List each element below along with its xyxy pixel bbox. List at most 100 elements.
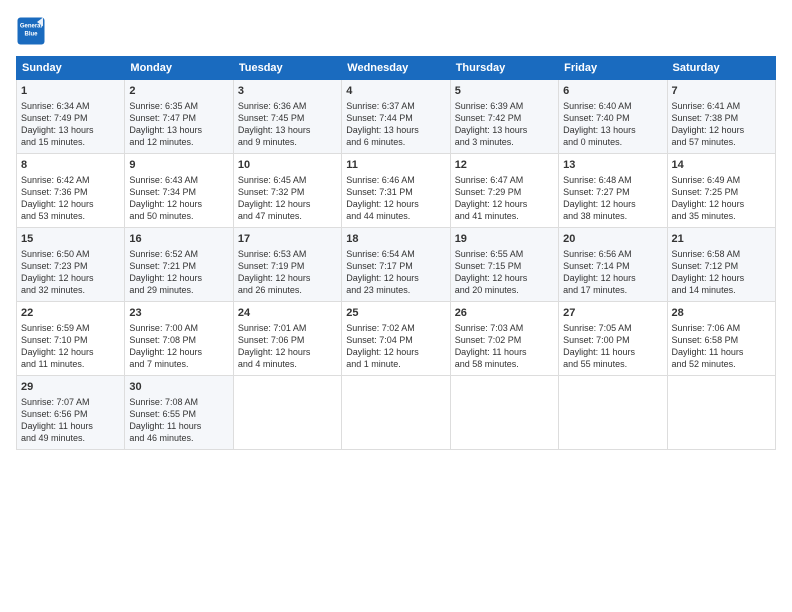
day-info-line: and 46 minutes. (129, 432, 228, 444)
day-number: 8 (21, 158, 120, 173)
day-info-line: Sunrise: 6:55 AM (455, 248, 554, 260)
day-info-line: Daylight: 12 hours (455, 198, 554, 210)
calendar-cell: 24Sunrise: 7:01 AMSunset: 7:06 PMDayligh… (233, 302, 341, 376)
day-info-line: Sunset: 7:15 PM (455, 260, 554, 272)
day-number: 14 (672, 158, 771, 173)
calendar-cell: 29Sunrise: 7:07 AMSunset: 6:56 PMDayligh… (17, 376, 125, 450)
day-info-line: Sunset: 7:29 PM (455, 186, 554, 198)
calendar-cell: 3Sunrise: 6:36 AMSunset: 7:45 PMDaylight… (233, 80, 341, 154)
calendar-cell: 27Sunrise: 7:05 AMSunset: 7:00 PMDayligh… (559, 302, 667, 376)
day-info-line: Daylight: 12 hours (672, 272, 771, 284)
calendar-cell: 26Sunrise: 7:03 AMSunset: 7:02 PMDayligh… (450, 302, 558, 376)
day-number: 15 (21, 232, 120, 247)
calendar-cell: 7Sunrise: 6:41 AMSunset: 7:38 PMDaylight… (667, 80, 775, 154)
day-info-line: Sunset: 7:06 PM (238, 334, 337, 346)
day-info-line: Sunrise: 7:08 AM (129, 396, 228, 408)
day-info-line: and 58 minutes. (455, 358, 554, 370)
day-info-line: Sunset: 7:12 PM (672, 260, 771, 272)
day-info-line: Daylight: 12 hours (455, 272, 554, 284)
calendar-cell: 20Sunrise: 6:56 AMSunset: 7:14 PMDayligh… (559, 228, 667, 302)
day-info-line: Sunset: 7:44 PM (346, 112, 445, 124)
day-info-line: Daylight: 12 hours (563, 272, 662, 284)
day-number: 13 (563, 158, 662, 173)
day-info-line: Sunrise: 6:43 AM (129, 174, 228, 186)
day-info-line: Sunrise: 6:35 AM (129, 100, 228, 112)
calendar-week-row: 15Sunrise: 6:50 AMSunset: 7:23 PMDayligh… (17, 228, 776, 302)
day-info-line: Daylight: 12 hours (21, 272, 120, 284)
day-info-line: Sunrise: 6:36 AM (238, 100, 337, 112)
day-info-line: Sunrise: 6:53 AM (238, 248, 337, 260)
day-number: 1 (21, 84, 120, 99)
day-info-line: Sunset: 7:32 PM (238, 186, 337, 198)
day-info-line: and 53 minutes. (21, 210, 120, 222)
calendar-week-row: 22Sunrise: 6:59 AMSunset: 7:10 PMDayligh… (17, 302, 776, 376)
day-number: 24 (238, 306, 337, 321)
calendar-cell: 13Sunrise: 6:48 AMSunset: 7:27 PMDayligh… (559, 154, 667, 228)
day-number: 22 (21, 306, 120, 321)
day-info-line: Daylight: 11 hours (563, 346, 662, 358)
calendar-cell: 18Sunrise: 6:54 AMSunset: 7:17 PMDayligh… (342, 228, 450, 302)
day-info-line: Sunrise: 7:06 AM (672, 322, 771, 334)
day-info-line: and 26 minutes. (238, 284, 337, 296)
day-info-line: Sunrise: 6:45 AM (238, 174, 337, 186)
day-info-line: and 9 minutes. (238, 136, 337, 148)
day-info-line: Sunrise: 6:41 AM (672, 100, 771, 112)
day-info-line: Sunset: 7:04 PM (346, 334, 445, 346)
calendar-cell (342, 376, 450, 450)
day-number: 21 (672, 232, 771, 247)
calendar-cell: 5Sunrise: 6:39 AMSunset: 7:42 PMDaylight… (450, 80, 558, 154)
day-info-line: Sunrise: 6:37 AM (346, 100, 445, 112)
calendar-cell: 28Sunrise: 7:06 AMSunset: 6:58 PMDayligh… (667, 302, 775, 376)
logo: General Blue (16, 16, 50, 46)
day-info-line: Sunset: 7:02 PM (455, 334, 554, 346)
calendar-cell (559, 376, 667, 450)
calendar-cell: 17Sunrise: 6:53 AMSunset: 7:19 PMDayligh… (233, 228, 341, 302)
day-number: 11 (346, 158, 445, 173)
day-info-line: Sunset: 7:45 PM (238, 112, 337, 124)
day-info-line: Sunrise: 6:56 AM (563, 248, 662, 260)
day-info-line: Daylight: 12 hours (672, 198, 771, 210)
day-info-line: Sunrise: 6:59 AM (21, 322, 120, 334)
day-info-line: Sunrise: 6:42 AM (21, 174, 120, 186)
day-info-line: Daylight: 12 hours (129, 272, 228, 284)
calendar-cell: 14Sunrise: 6:49 AMSunset: 7:25 PMDayligh… (667, 154, 775, 228)
day-info-line: Daylight: 12 hours (21, 346, 120, 358)
day-info-line: Sunrise: 7:07 AM (21, 396, 120, 408)
col-header-saturday: Saturday (667, 57, 775, 80)
day-info-line: Sunset: 7:38 PM (672, 112, 771, 124)
day-info-line: Sunrise: 6:48 AM (563, 174, 662, 186)
calendar-week-row: 8Sunrise: 6:42 AMSunset: 7:36 PMDaylight… (17, 154, 776, 228)
day-info-line: and 7 minutes. (129, 358, 228, 370)
day-info-line: Sunrise: 7:00 AM (129, 322, 228, 334)
calendar-body: 1Sunrise: 6:34 AMSunset: 7:49 PMDaylight… (17, 80, 776, 450)
day-info-line: Sunset: 7:00 PM (563, 334, 662, 346)
day-number: 18 (346, 232, 445, 247)
calendar-cell: 25Sunrise: 7:02 AMSunset: 7:04 PMDayligh… (342, 302, 450, 376)
day-info-line: Daylight: 11 hours (129, 420, 228, 432)
day-number: 6 (563, 84, 662, 99)
day-info-line: Sunset: 7:17 PM (346, 260, 445, 272)
day-info-line: and 41 minutes. (455, 210, 554, 222)
day-info-line: and 6 minutes. (346, 136, 445, 148)
day-info-line: Sunrise: 6:40 AM (563, 100, 662, 112)
day-number: 10 (238, 158, 337, 173)
calendar-cell: 10Sunrise: 6:45 AMSunset: 7:32 PMDayligh… (233, 154, 341, 228)
day-info-line: Sunrise: 6:54 AM (346, 248, 445, 260)
day-info-line: Sunset: 6:55 PM (129, 408, 228, 420)
day-number: 30 (129, 380, 228, 395)
day-info-line: Sunset: 7:08 PM (129, 334, 228, 346)
day-info-line: Sunset: 7:19 PM (238, 260, 337, 272)
day-info-line: Sunrise: 6:50 AM (21, 248, 120, 260)
day-info-line: Daylight: 11 hours (672, 346, 771, 358)
day-info-line: and 14 minutes. (672, 284, 771, 296)
day-info-line: Sunrise: 6:34 AM (21, 100, 120, 112)
day-info-line: and 47 minutes. (238, 210, 337, 222)
day-info-line: Sunset: 7:27 PM (563, 186, 662, 198)
day-info-line: Sunrise: 6:47 AM (455, 174, 554, 186)
day-info-line: and 12 minutes. (129, 136, 228, 148)
calendar-cell: 21Sunrise: 6:58 AMSunset: 7:12 PMDayligh… (667, 228, 775, 302)
day-info-line: and 35 minutes. (672, 210, 771, 222)
calendar-cell: 4Sunrise: 6:37 AMSunset: 7:44 PMDaylight… (342, 80, 450, 154)
day-number: 28 (672, 306, 771, 321)
calendar-week-row: 29Sunrise: 7:07 AMSunset: 6:56 PMDayligh… (17, 376, 776, 450)
